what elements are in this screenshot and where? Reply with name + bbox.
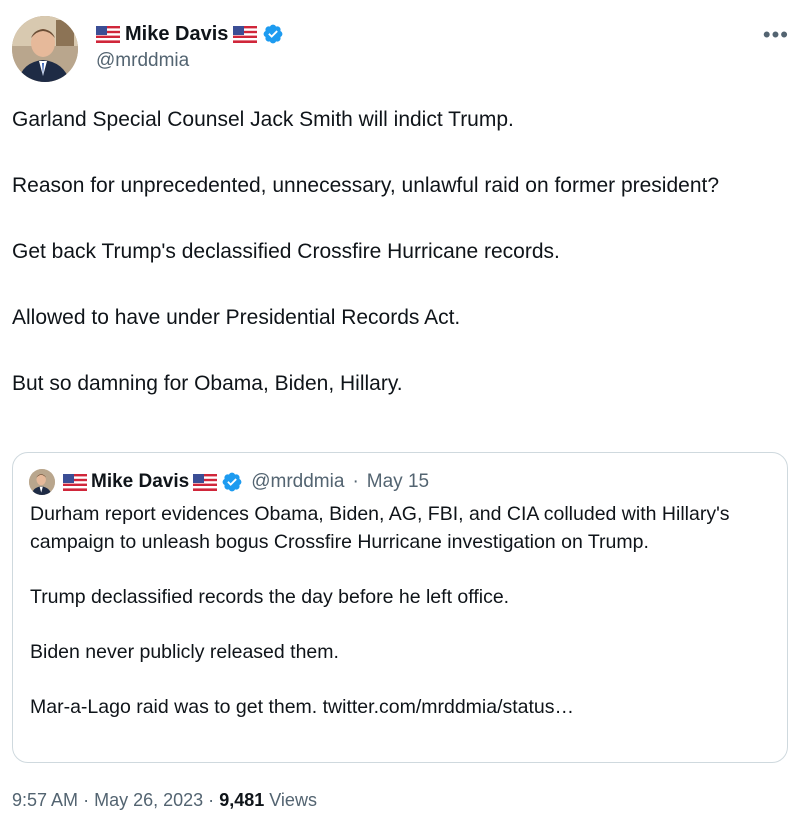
more-options-icon[interactable]: ••• bbox=[763, 22, 789, 48]
author-display-name[interactable]: Mike Davis bbox=[125, 23, 228, 46]
meta-separator: · bbox=[352, 471, 359, 492]
tweet-body: Garland Special Counsel Jack Smith will … bbox=[12, 103, 772, 433]
quoted-date: May 15 bbox=[366, 471, 430, 492]
quoted-tweet[interactable]: Mike Davis @mrddmia · May 15 Durham repo… bbox=[12, 452, 788, 763]
tweet-footer: 9:57 AM · May 26, 2023 · 9,481 Views bbox=[12, 790, 317, 811]
views-count: 9,481 bbox=[219, 790, 265, 810]
tweet-paragraph: Reason for unprecedented, unnecessary, u… bbox=[12, 174, 720, 197]
us-flag-icon bbox=[96, 25, 120, 43]
tweet-author: Mike Davis @mrddmia bbox=[96, 20, 284, 72]
avatar[interactable] bbox=[12, 16, 78, 82]
tweet-date: May 26, 2023 bbox=[94, 790, 204, 810]
tweet-paragraph: Get back Trump's declassified Crossfire … bbox=[12, 240, 560, 263]
tweet-paragraph: But so damning for Obama, Biden, Hillary… bbox=[12, 372, 403, 395]
verified-badge-icon bbox=[222, 472, 242, 492]
quoted-paragraph: Biden never publicly released them. bbox=[30, 640, 339, 663]
tweet-paragraph: Allowed to have under Presidential Recor… bbox=[12, 306, 461, 329]
author-name-row: Mike Davis bbox=[96, 20, 284, 48]
quoted-paragraph: Trump declassified records the day befor… bbox=[30, 585, 510, 608]
quoted-paragraph: Mar-a-Lago raid was to get them. twitter… bbox=[30, 695, 575, 718]
quoted-tweet-header: Mike Davis @mrddmia · May 15 bbox=[29, 469, 429, 495]
profile-photo-icon bbox=[12, 16, 78, 82]
author-handle[interactable]: @mrddmia bbox=[96, 50, 284, 72]
meta-separator: · bbox=[83, 790, 90, 810]
tweet-paragraph: Garland Special Counsel Jack Smith will … bbox=[12, 108, 514, 131]
quoted-tweet-body: Durham report evidences Obama, Biden, AG… bbox=[30, 501, 770, 749]
quoted-display-name: Mike Davis bbox=[91, 471, 190, 492]
quoted-avatar bbox=[29, 469, 55, 495]
us-flag-icon bbox=[63, 473, 87, 491]
us-flag-icon bbox=[193, 473, 218, 491]
tweet-timestamp[interactable]: 9:57 AM · May 26, 2023 bbox=[12, 790, 203, 810]
quoted-paragraph: Durham report evidences Obama, Biden, AG… bbox=[30, 503, 730, 553]
quoted-handle: @mrddmia bbox=[251, 471, 345, 492]
us-flag-icon bbox=[233, 25, 258, 43]
verified-badge-icon[interactable] bbox=[262, 23, 284, 45]
views-label: Views bbox=[269, 790, 317, 810]
meta-separator: · bbox=[208, 790, 215, 810]
profile-photo-icon bbox=[29, 469, 55, 495]
tweet-time: 9:57 AM bbox=[12, 790, 79, 810]
